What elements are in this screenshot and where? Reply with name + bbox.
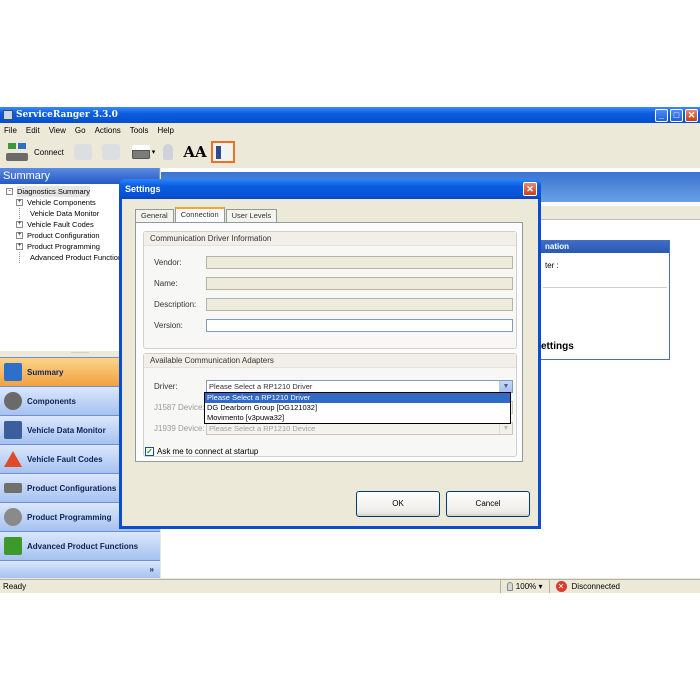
- ok-button[interactable]: OK: [356, 491, 440, 517]
- menu-edit[interactable]: Edit: [26, 126, 40, 135]
- version-row: Version:: [154, 319, 513, 332]
- components-icon: [4, 392, 22, 410]
- name-row: Name:: [154, 277, 513, 290]
- menu-actions[interactable]: Actions: [95, 126, 121, 135]
- version-field[interactable]: [206, 319, 513, 332]
- download-icon[interactable]: [101, 144, 120, 160]
- expand-icon[interactable]: +: [16, 199, 23, 206]
- config-icon: [4, 483, 22, 493]
- upload-icon[interactable]: [73, 144, 92, 160]
- tab-user-levels[interactable]: User Levels: [225, 209, 278, 222]
- connection-tab-panel: Communication Driver Information Vendor:…: [135, 222, 523, 462]
- close-button[interactable]: ✕: [685, 108, 698, 122]
- summary-icon: [4, 363, 22, 381]
- j1939-label: J1939 Device:: [154, 424, 205, 433]
- dialog-close-button[interactable]: ✕: [523, 182, 537, 196]
- version-label: Version:: [154, 321, 183, 330]
- title-bar: ServiceRanger 3.3.0 _ □ ✕: [0, 107, 700, 123]
- settings-heading: ettings: [541, 341, 574, 352]
- menu-tools[interactable]: Tools: [130, 126, 149, 135]
- dropdown-option[interactable]: Please Select a RP1210 Driver: [205, 393, 510, 403]
- dialog-tabs: General Connection User Levels: [135, 207, 278, 222]
- maximize-button[interactable]: □: [670, 108, 683, 122]
- driver-info-group: Communication Driver Information Vendor:…: [143, 231, 517, 349]
- tab-connection[interactable]: Connection: [174, 207, 225, 222]
- app-icon: [3, 110, 13, 120]
- chevron-down-icon[interactable]: ▼: [499, 381, 512, 392]
- driver-dropdown-list: Please Select a RP1210 Driver DG Dearbor…: [204, 392, 511, 424]
- layout-panel-icon[interactable]: [210, 141, 235, 163]
- status-bar: Ready 100% ▾ ✕ Disconnected: [0, 579, 700, 593]
- connect-startup-checkbox[interactable]: ✓: [145, 447, 154, 456]
- nav-advanced-product-functions[interactable]: Advanced Product Functions: [0, 531, 160, 560]
- driver-label: Driver:: [154, 382, 178, 391]
- chevron-double-right-icon: »: [149, 565, 154, 574]
- dropdown-option[interactable]: DG Dearborn Group [DG121032]: [205, 403, 510, 413]
- window-title: ServiceRanger 3.3.0: [16, 110, 118, 120]
- chevron-down-icon[interactable]: ▾: [536, 582, 542, 591]
- status-text: Ready: [3, 582, 27, 591]
- connection-text: Disconnected: [571, 582, 620, 591]
- expand-icon[interactable]: +: [16, 243, 23, 250]
- warning-icon: [4, 451, 22, 467]
- zoom-value: 100%: [515, 582, 537, 591]
- font-size-button[interactable]: AA: [183, 143, 206, 161]
- tree-line: [19, 208, 26, 219]
- expand-icon[interactable]: +: [16, 221, 23, 228]
- zoom-control[interactable]: 100% ▾: [499, 579, 549, 593]
- description-row: Description:: [154, 298, 513, 311]
- driver-info-title: Communication Driver Information: [144, 232, 516, 246]
- description-label: Description:: [154, 300, 197, 309]
- menu-file[interactable]: File: [4, 126, 17, 135]
- dialog-title: Settings: [125, 184, 161, 194]
- connect-startup-row[interactable]: ✓ Ask me to connect at startup: [145, 447, 258, 456]
- name-label: Name:: [154, 279, 178, 288]
- menu-help[interactable]: Help: [157, 126, 173, 135]
- driver-select-value: Please Select a RP1210 Driver: [209, 382, 313, 391]
- menu-go[interactable]: Go: [75, 126, 86, 135]
- toolbar: Connect ▾ AA: [0, 137, 700, 167]
- vendor-field: [206, 256, 513, 269]
- connect-icon: [6, 141, 30, 163]
- minimize-button[interactable]: _: [655, 108, 668, 122]
- dialog-title-bar: Settings ✕: [119, 179, 541, 199]
- divider: [543, 287, 667, 288]
- advanced-icon: [4, 537, 22, 555]
- collapse-icon[interactable]: -: [6, 188, 13, 195]
- description-field: [206, 298, 513, 311]
- connect-button[interactable]: Connect: [6, 141, 64, 163]
- j1939-select-value: Please Select a RP1210 Device: [209, 424, 316, 433]
- programming-icon: [4, 508, 22, 526]
- connect-startup-label: Ask me to connect at startup: [157, 447, 259, 456]
- dropdown-option[interactable]: Movimento [v3puwa32]: [205, 413, 510, 423]
- menu-view[interactable]: View: [49, 126, 66, 135]
- monitor-icon: [4, 421, 22, 439]
- print-dropdown-icon[interactable]: ▾: [152, 148, 156, 156]
- name-field: [206, 277, 513, 290]
- vendor-row: Vendor:: [154, 256, 513, 269]
- nav-more-button[interactable]: »: [0, 560, 160, 578]
- expand-icon[interactable]: +: [16, 232, 23, 239]
- info-panel-line: ter :: [545, 261, 559, 270]
- connection-status: ✕ Disconnected: [548, 579, 700, 593]
- tree-line: [19, 252, 26, 263]
- info-panel-title: nation: [541, 241, 669, 253]
- settings-dialog: Settings ✕ General Connection User Level…: [119, 179, 541, 529]
- connect-label: Connect: [34, 147, 64, 157]
- disconnected-icon: ✕: [555, 581, 567, 592]
- lightbulb-icon: [506, 582, 513, 591]
- print-icon[interactable]: [131, 145, 150, 159]
- j1587-label: J1587 Device:: [154, 403, 205, 412]
- cancel-button[interactable]: Cancel: [446, 491, 530, 517]
- adapters-title: Available Communication Adapters: [144, 354, 516, 368]
- lightbulb-icon[interactable]: [163, 144, 174, 160]
- vendor-label: Vendor:: [154, 258, 182, 267]
- chevron-down-icon: ▼: [499, 423, 512, 434]
- tab-general[interactable]: General: [135, 209, 174, 222]
- menu-bar: File Edit View Go Actions Tools Help: [0, 124, 700, 136]
